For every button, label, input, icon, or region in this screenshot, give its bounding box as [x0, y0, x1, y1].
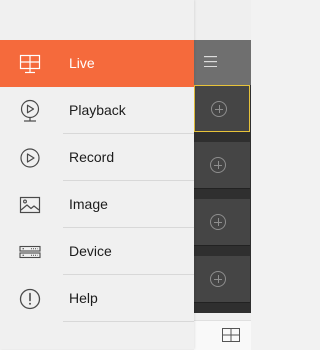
live-monitor-icon	[19, 54, 41, 74]
camera-slot[interactable]	[194, 256, 250, 303]
menu-item-label: Help	[69, 290, 98, 306]
menu-item-label: Playback	[69, 102, 126, 118]
divider	[63, 321, 194, 322]
add-camera-icon[interactable]	[210, 271, 226, 287]
image-icon	[19, 196, 41, 214]
menu-item-help[interactable]: Help	[0, 275, 194, 322]
device-icon	[19, 245, 41, 259]
add-camera-icon[interactable]	[210, 214, 226, 230]
menu-item-label: Record	[69, 149, 115, 165]
camera-slot[interactable]	[194, 85, 250, 132]
add-camera-icon[interactable]	[211, 101, 227, 117]
help-icon	[19, 288, 41, 310]
menu-item-label: Image	[69, 196, 108, 212]
record-icon	[20, 148, 40, 168]
menu-item-live[interactable]: Live	[0, 40, 194, 87]
grid-layout-icon[interactable]	[222, 328, 240, 342]
add-camera-icon[interactable]	[210, 157, 226, 173]
hamburger-menu-icon[interactable]	[204, 56, 217, 67]
menu-item-label: Device	[69, 243, 112, 259]
menu-item-device[interactable]: Device	[0, 228, 194, 275]
menu-item-record[interactable]: Record	[0, 134, 194, 181]
camera-slot[interactable]	[194, 199, 250, 246]
playback-icon	[20, 99, 40, 122]
drawer-header	[0, 0, 194, 40]
camera-grid	[194, 85, 251, 313]
camera-slot[interactable]	[194, 142, 250, 189]
menu-item-playback[interactable]: Playback	[0, 87, 194, 134]
menu-item-label: Live	[69, 55, 95, 71]
menu-item-image[interactable]: Image	[0, 181, 194, 228]
side-drawer-menu: Live Playback Record Image Device Help	[0, 0, 194, 349]
